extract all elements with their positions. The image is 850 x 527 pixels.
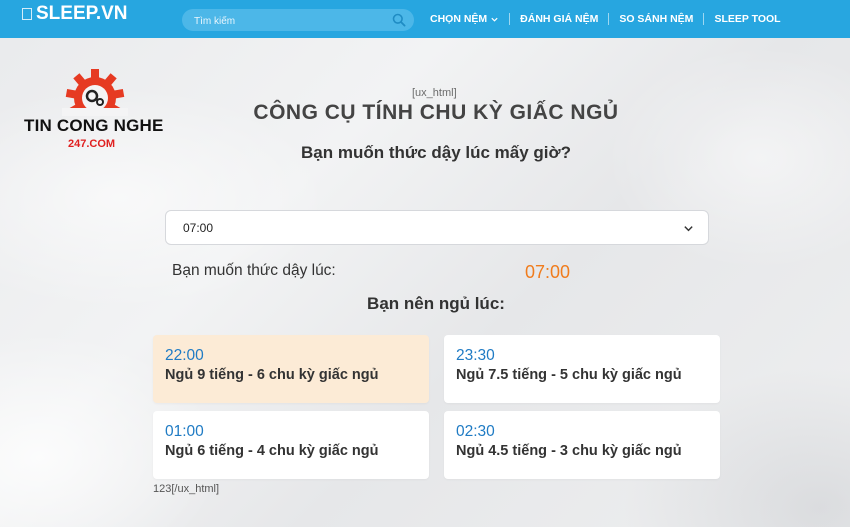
nav-item-label: SLEEP TOOL bbox=[714, 13, 781, 25]
nav-item-label: CHỌN NỆM bbox=[430, 13, 488, 25]
ux-html-footer-text: 123[/ux_html] bbox=[153, 483, 220, 495]
sleep-time-card[interactable]: 02:30 Ngủ 4.5 tiếng - 3 chu kỳ giấc ngủ bbox=[444, 411, 720, 479]
sleep-time: 02:30 bbox=[456, 423, 495, 440]
wake-time-select[interactable]: 07:00 bbox=[165, 210, 709, 245]
wake-time-value: 07:00 bbox=[525, 262, 571, 282]
sleep-time-card[interactable]: 01:00 Ngủ 6 tiếng - 4 chu kỳ giấc ngủ bbox=[153, 411, 429, 479]
nav-item-sleep-tool[interactable]: SLEEP TOOL bbox=[704, 13, 790, 25]
nav-item-label: SO SÁNH NỆM bbox=[619, 13, 694, 25]
chevron-down-icon bbox=[684, 226, 693, 232]
nav-item-chon-nem[interactable]: CHỌN NỆM bbox=[420, 13, 509, 25]
sleep-time-card[interactable]: 22:00 Ngủ 9 tiếng - 6 chu kỳ giấc ngủ bbox=[153, 335, 429, 403]
should-sleep-heading: Bạn nên ngủ lúc: bbox=[367, 294, 505, 313]
top-navigation-bar: SLEEP.VN CHỌN NỆM ĐÁNH GIÁ NỆM SO SÁNH N… bbox=[0, 0, 850, 38]
sleep-duration: Ngủ 9 tiếng - 6 chu kỳ giấc ngủ bbox=[165, 367, 379, 383]
page-title: CÔNG CỤ TÍNH CHU KỲ GIẤC NGỦ bbox=[253, 101, 619, 124]
sleep-time-card[interactable]: 23:30 Ngủ 7.5 tiếng - 5 chu kỳ giấc ngủ bbox=[444, 335, 720, 403]
site-logo-text: SLEEP.VN bbox=[36, 3, 128, 24]
chevron-down-icon bbox=[491, 17, 498, 22]
wake-question: Bạn muốn thức dậy lúc mấy giờ? bbox=[301, 143, 571, 162]
main-nav: CHỌN NỆM ĐÁNH GIÁ NỆM SO SÁNH NỆM SLEEP … bbox=[420, 0, 791, 38]
nav-item-label: ĐÁNH GIÁ NỆM bbox=[520, 13, 599, 25]
sleep-time: 23:30 bbox=[456, 347, 495, 364]
sleep-duration: Ngủ 7.5 tiếng - 5 chu kỳ giấc ngủ bbox=[456, 367, 682, 383]
broken-image-icon bbox=[22, 8, 32, 20]
sleep-time: 22:00 bbox=[165, 347, 204, 364]
sleep-duration: Ngủ 4.5 tiếng - 3 chu kỳ giấc ngủ bbox=[456, 443, 682, 459]
nav-item-so-sanh-nem[interactable]: SO SÁNH NỆM bbox=[609, 13, 703, 25]
sleep-duration: Ngủ 6 tiếng - 4 chu kỳ giấc ngủ bbox=[165, 443, 379, 459]
search-input[interactable] bbox=[192, 12, 386, 30]
selected-time-value: 07:00 bbox=[183, 221, 214, 235]
site-logo[interactable]: SLEEP.VN bbox=[22, 3, 128, 25]
wake-label: Bạn muốn thức dậy lúc: bbox=[172, 262, 336, 279]
search-box bbox=[182, 9, 414, 31]
nav-item-danh-gia-nem[interactable]: ĐÁNH GIÁ NỆM bbox=[510, 13, 608, 25]
ux-html-open-tag: [ux_html] bbox=[412, 87, 457, 99]
sleep-time: 01:00 bbox=[165, 423, 204, 440]
search-icon[interactable] bbox=[392, 13, 406, 27]
